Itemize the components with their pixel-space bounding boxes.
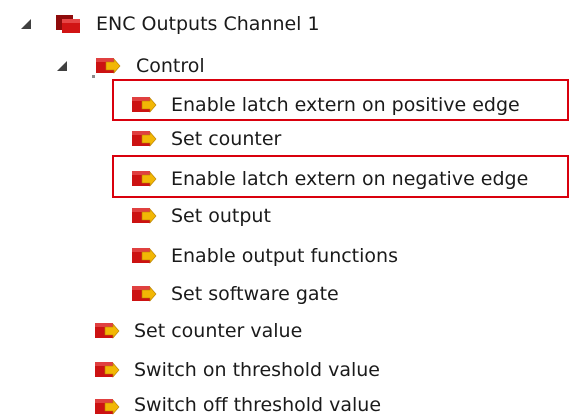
tree-node-enc-outputs-channel-1[interactable]: ENC Outputs Channel 1: [0, 11, 420, 37]
output-variable-icon: [96, 58, 121, 74]
tree-node-set-counter[interactable]: Set counter: [0, 126, 420, 152]
tree-node-label: Set output: [171, 205, 271, 227]
channel-object-icon: [56, 15, 80, 33]
tree-node-label: Set counter: [171, 128, 282, 150]
tree-node-set-software-gate[interactable]: Set software gate: [0, 281, 420, 307]
output-variable-icon: [132, 97, 157, 113]
tree-node-label: Enable latch extern on negative edge: [171, 168, 529, 190]
tree-node-enable-output-functions[interactable]: Enable output functions: [0, 243, 440, 269]
tree-node-enable-latch-extern-positive-edge[interactable]: Enable latch extern on positive edge: [0, 92, 569, 118]
output-variable-icon: [132, 248, 157, 264]
tree-node-label: Set counter value: [134, 320, 303, 342]
tree-node-set-output[interactable]: Set output: [0, 203, 420, 229]
tree-node-label: Switch on threshold value: [134, 359, 380, 381]
tree-node-enable-latch-extern-negative-edge[interactable]: Enable latch extern on negative edge: [0, 166, 569, 192]
variable-tree: ENC Outputs Channel 1 Control Enable lat…: [0, 0, 569, 416]
tree-node-label: ENC Outputs Channel 1: [96, 13, 320, 35]
tree-node-set-counter-value[interactable]: Set counter value: [0, 318, 420, 344]
tree-node-label: Switch off threshold value: [134, 394, 382, 416]
tree-node-control[interactable]: Control: [0, 53, 420, 79]
tree-node-label: Set software gate: [171, 283, 339, 305]
tree-node-label: Enable output functions: [171, 245, 398, 267]
tree-node-label: Control: [136, 55, 205, 77]
output-variable-icon: [132, 171, 157, 187]
collapse-arrow-icon[interactable]: [21, 19, 31, 29]
output-variable-icon: [132, 286, 157, 302]
output-variable-icon: [95, 362, 120, 378]
output-variable-icon: [132, 208, 157, 224]
output-variable-icon: [95, 399, 120, 415]
tree-node-switch-on-threshold-value[interactable]: Switch on threshold value: [0, 357, 440, 383]
tree-node-label: Enable latch extern on positive edge: [171, 94, 520, 116]
output-variable-icon: [95, 323, 120, 339]
collapse-arrow-icon[interactable]: [57, 61, 67, 71]
output-variable-icon: [132, 131, 157, 147]
tree-node-switch-off-threshold-value[interactable]: Switch off threshold value: [0, 394, 440, 416]
